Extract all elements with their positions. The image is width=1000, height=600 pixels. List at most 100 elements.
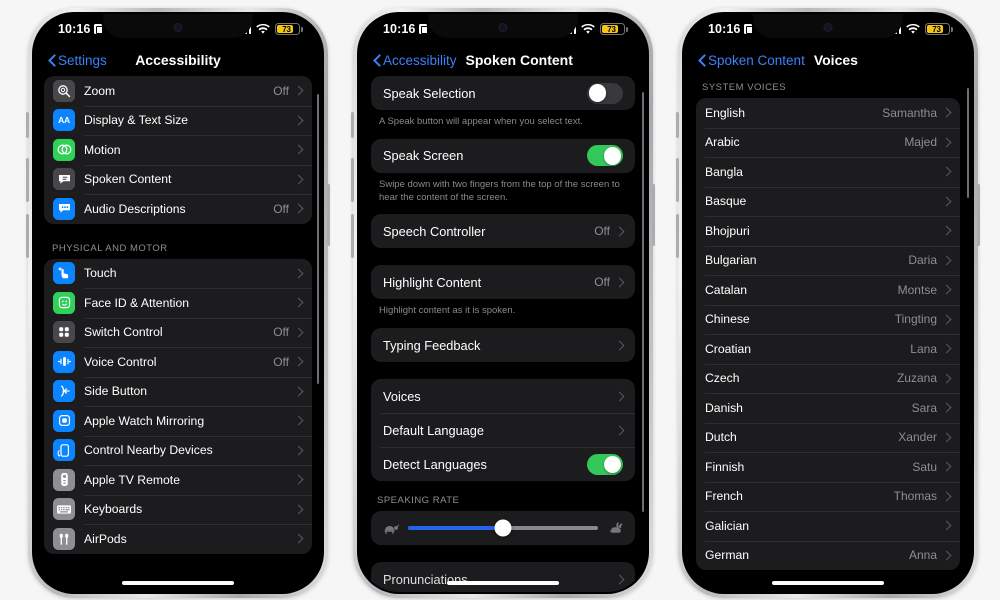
row-spoken-content[interactable]: Spoken Content (44, 164, 312, 195)
row-detect-languages[interactable]: Detect Languages (371, 447, 635, 481)
row-typing-feedback[interactable]: Typing Feedback (371, 328, 635, 362)
volume-up-button[interactable] (26, 158, 29, 202)
row-apple-watch-mirroring[interactable]: Apple Watch Mirroring (44, 406, 312, 436)
volume-up-button[interactable] (676, 158, 679, 202)
power-button[interactable] (652, 184, 655, 246)
back-button-accessibility[interactable]: Accessibility (373, 53, 457, 68)
table-row[interactable]: German Anna (696, 540, 960, 571)
table-row[interactable]: Catalan Montse (696, 275, 960, 305)
volume-down-button[interactable] (26, 214, 29, 258)
home-indicator[interactable] (122, 581, 234, 585)
row-touch[interactable]: Touch (44, 259, 312, 289)
table-row[interactable]: Bhojpuri (696, 216, 960, 246)
tortoise-icon (381, 521, 399, 535)
table-row[interactable]: Bangla (696, 157, 960, 187)
chevron-right-icon (616, 277, 623, 288)
speaking-rate-slider[interactable] (408, 519, 598, 537)
voices-list[interactable]: SYSTEM VOICES English Samantha Arabic Majed… (684, 72, 972, 592)
table-row[interactable]: Croatian Lana (696, 334, 960, 364)
row-speak-screen[interactable]: Speak Screen (371, 139, 635, 173)
voice-language-label: Danish (705, 400, 743, 415)
table-row[interactable]: English Samantha (696, 98, 960, 128)
detect-languages-toggle[interactable] (587, 453, 623, 475)
chevron-right-icon (616, 340, 623, 351)
scrollbar-indicator[interactable] (316, 94, 319, 384)
battery-low-power-icon: 73 (600, 23, 628, 35)
row-display-text-size[interactable]: AA Display & Text Size (44, 105, 312, 136)
phone-1-screen: 10:16 73 Settings Accessibility Zoom Off… (34, 14, 322, 592)
row-apple-tv-remote[interactable]: Apple TV Remote (44, 465, 312, 495)
power-button[interactable] (977, 184, 980, 246)
row-voices[interactable]: Voices (371, 379, 635, 413)
table-row[interactable]: Danish Sara (696, 393, 960, 423)
row-voice-control[interactable]: Voice Control Off (44, 347, 312, 377)
volume-down-button[interactable] (351, 214, 354, 258)
row-speech-controller[interactable]: Speech Controller Off (371, 214, 635, 248)
table-row[interactable]: Galician (696, 511, 960, 541)
wifi-icon (906, 23, 920, 35)
nav-bar: Spoken Content Voices (684, 44, 972, 76)
voices-settings-group: Voices Default Language Detect Languages (371, 379, 635, 482)
row-highlight-content[interactable]: Highlight Content Off (371, 265, 635, 299)
row-airpods[interactable]: AirPods (44, 524, 312, 554)
keyboard-icon (53, 498, 75, 521)
physical-motor-group: Touch Face ID & Attention Switch Control… (44, 258, 312, 554)
row-switch-control[interactable]: Switch Control Off (44, 317, 312, 348)
row-keyboards[interactable]: Keyboards (44, 494, 312, 525)
table-row[interactable]: Arabic Majed (696, 127, 960, 158)
voice-name-value: Zuzana (896, 371, 937, 386)
row-control-nearby-devices[interactable]: Control Nearby Devices (44, 435, 312, 466)
status-time: 10:16 (383, 22, 416, 36)
row-audio-descriptions[interactable]: Audio Descriptions Off (44, 194, 312, 224)
table-row[interactable]: Czech Zuzana (696, 363, 960, 394)
scrollbar-indicator[interactable] (966, 88, 969, 198)
speak-screen-toggle[interactable] (587, 145, 623, 167)
speaking-rate-slider-row[interactable] (371, 511, 635, 545)
back-button-label: Accessibility (383, 52, 457, 68)
power-button[interactable] (327, 184, 330, 246)
home-indicator[interactable] (447, 581, 559, 585)
row-label: Detect Languages (383, 456, 487, 472)
slider-knob[interactable] (494, 519, 512, 537)
speak-selection-toggle[interactable] (587, 82, 623, 104)
chevron-right-icon (295, 297, 302, 308)
chevron-right-icon (295, 174, 302, 185)
table-row[interactable]: French Thomas (696, 481, 960, 512)
silence-switch[interactable] (351, 112, 354, 138)
accessibility-list[interactable]: Zoom Off AA Display & Text Size Motion S… (34, 76, 322, 592)
row-zoom[interactable]: Zoom Off (44, 76, 312, 106)
silence-switch[interactable] (26, 112, 29, 138)
highlight-content-footnote: Highlight content as it is spoken. (379, 305, 516, 317)
row-side-button[interactable]: Side Button (44, 376, 312, 407)
spoken-content-list[interactable]: Speak Selection A Speak button will appe… (359, 76, 647, 592)
table-row[interactable]: Chinese Tingting (696, 304, 960, 335)
back-button-settings[interactable]: Settings (48, 53, 107, 68)
page-title: Accessibility (135, 52, 221, 68)
table-row[interactable]: Dutch Xander (696, 422, 960, 453)
row-pronunciations[interactable]: Pronunciations (371, 562, 635, 592)
volume-up-button[interactable] (351, 158, 354, 202)
row-motion[interactable]: Motion (44, 135, 312, 165)
row-label: Speak Selection (383, 85, 476, 101)
volume-down-button[interactable] (676, 214, 679, 258)
voice-name-value: Majed (904, 135, 937, 150)
chevron-right-icon (943, 491, 950, 502)
battery-low-power-icon: 73 (925, 23, 953, 35)
table-row[interactable]: Bulgarian Daria (696, 245, 960, 276)
row-speak-selection[interactable]: Speak Selection (371, 76, 635, 110)
back-button-spoken-content[interactable]: Spoken Content (698, 53, 805, 68)
accessibility-vision-group: Zoom Off AA Display & Text Size Motion S… (44, 76, 312, 224)
row-label: Voices (383, 388, 421, 404)
voice-name-value: Tingting (894, 312, 937, 327)
home-indicator[interactable] (772, 581, 884, 585)
silence-switch[interactable] (676, 112, 679, 138)
control-nearby-devices-icon (53, 439, 75, 462)
row-default-language[interactable]: Default Language (371, 413, 635, 447)
chevron-right-icon (943, 402, 950, 413)
voice-language-label: Catalan (705, 282, 748, 297)
table-row[interactable]: Finnish Satu (696, 452, 960, 482)
table-row[interactable]: Basque (696, 186, 960, 217)
back-button-label: Spoken Content (708, 52, 805, 68)
scrollbar-indicator[interactable] (641, 92, 644, 512)
row-face-id-attention[interactable]: Face ID & Attention (44, 288, 312, 318)
